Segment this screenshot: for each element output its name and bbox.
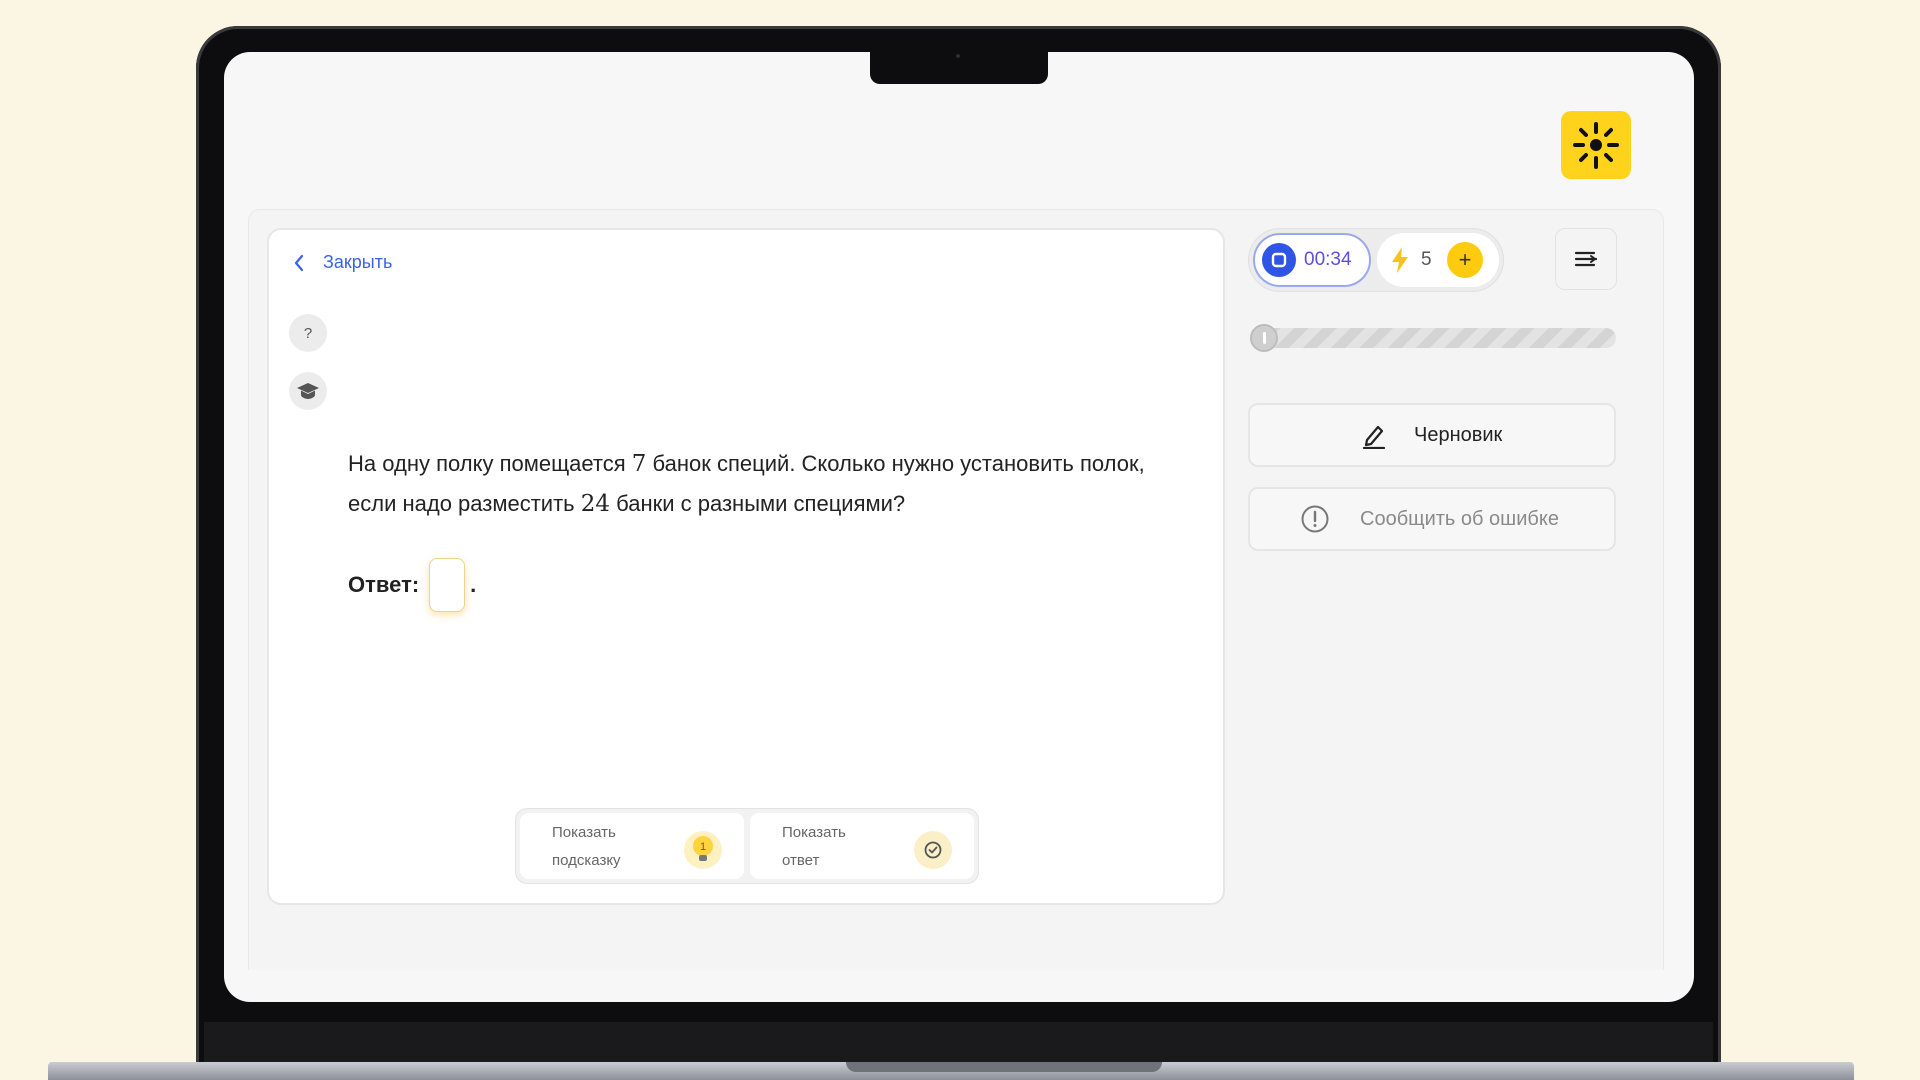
exclamation-circle-icon: [1300, 504, 1330, 534]
menu-button[interactable]: [1555, 228, 1617, 290]
draft-label: Черновик: [1414, 423, 1503, 446]
report-error-label: Сообщить об ошибке: [1360, 507, 1559, 530]
sun-logo-svg: [1573, 122, 1619, 169]
pencil-icon: [1360, 421, 1388, 449]
add-energy-button[interactable]: +: [1447, 242, 1483, 278]
screen: Закрыть ? На одну полку помещается 7 бан…: [224, 52, 1694, 1002]
stop-svg: [1271, 252, 1287, 268]
answer-label: Ответ:: [348, 572, 420, 597]
lightning-icon: [1392, 247, 1408, 273]
hint-count: 1: [700, 841, 706, 853]
laptop-base-notch: [846, 1062, 1162, 1072]
question-text: На одну полку помещается 7 банок специй.…: [348, 444, 1168, 524]
lightbulb-icon: 1: [684, 831, 722, 869]
answer-input[interactable]: [429, 558, 466, 612]
progress-knob: [1250, 324, 1278, 352]
check-circle-svg: [924, 841, 942, 859]
show-hint-button[interactable]: Показать подсказку 1: [520, 813, 744, 879]
answer-row: Ответ: .: [348, 558, 476, 612]
pencil-svg: [1362, 425, 1386, 449]
question-part-1: На одну полку помещается: [348, 451, 632, 476]
energy-count: 5: [1421, 249, 1432, 270]
close-label: Закрыть: [323, 252, 393, 272]
show-answer-button[interactable]: Показать ответ: [750, 813, 974, 879]
timer-energy-group: 00:34 5 +: [1248, 228, 1504, 292]
help-button[interactable]: ?: [289, 314, 327, 352]
camera-notch: [870, 52, 1048, 84]
check-circle-icon: [914, 831, 952, 869]
answer-suffix: .: [470, 572, 477, 597]
stop-icon: [1262, 243, 1296, 277]
chevron-left-icon: [294, 254, 304, 271]
question-number-1: 7: [631, 451, 647, 477]
laptop-base: [48, 1062, 1854, 1080]
lightbulb-svg: 1: [693, 836, 713, 861]
question-number-2: 24: [580, 491, 611, 517]
timer-button[interactable]: 00:34: [1253, 233, 1371, 287]
timer-value: 00:34: [1304, 249, 1352, 270]
sun-logo-icon[interactable]: [1561, 111, 1631, 179]
draft-button[interactable]: Черновик: [1248, 403, 1616, 467]
report-error-button[interactable]: Сообщить об ошибке: [1248, 487, 1616, 551]
question-mark-icon: ?: [303, 324, 313, 342]
graduation-cap-icon: [297, 383, 319, 399]
task-card: Закрыть ? На одну полку помещается 7 бан…: [267, 228, 1225, 905]
close-button[interactable]: Закрыть: [293, 252, 392, 273]
camera-dot: [956, 54, 960, 58]
exclamation-svg: [1301, 505, 1329, 533]
progress-bar: [1250, 324, 1616, 352]
energy-pill: 5 +: [1377, 233, 1499, 287]
menu-icon: [1574, 251, 1598, 267]
question-part-3: банки с разными специями?: [610, 491, 906, 516]
hint-bar: Показать подсказку 1 Показать ответ: [515, 808, 979, 884]
theory-button[interactable]: [289, 372, 327, 410]
